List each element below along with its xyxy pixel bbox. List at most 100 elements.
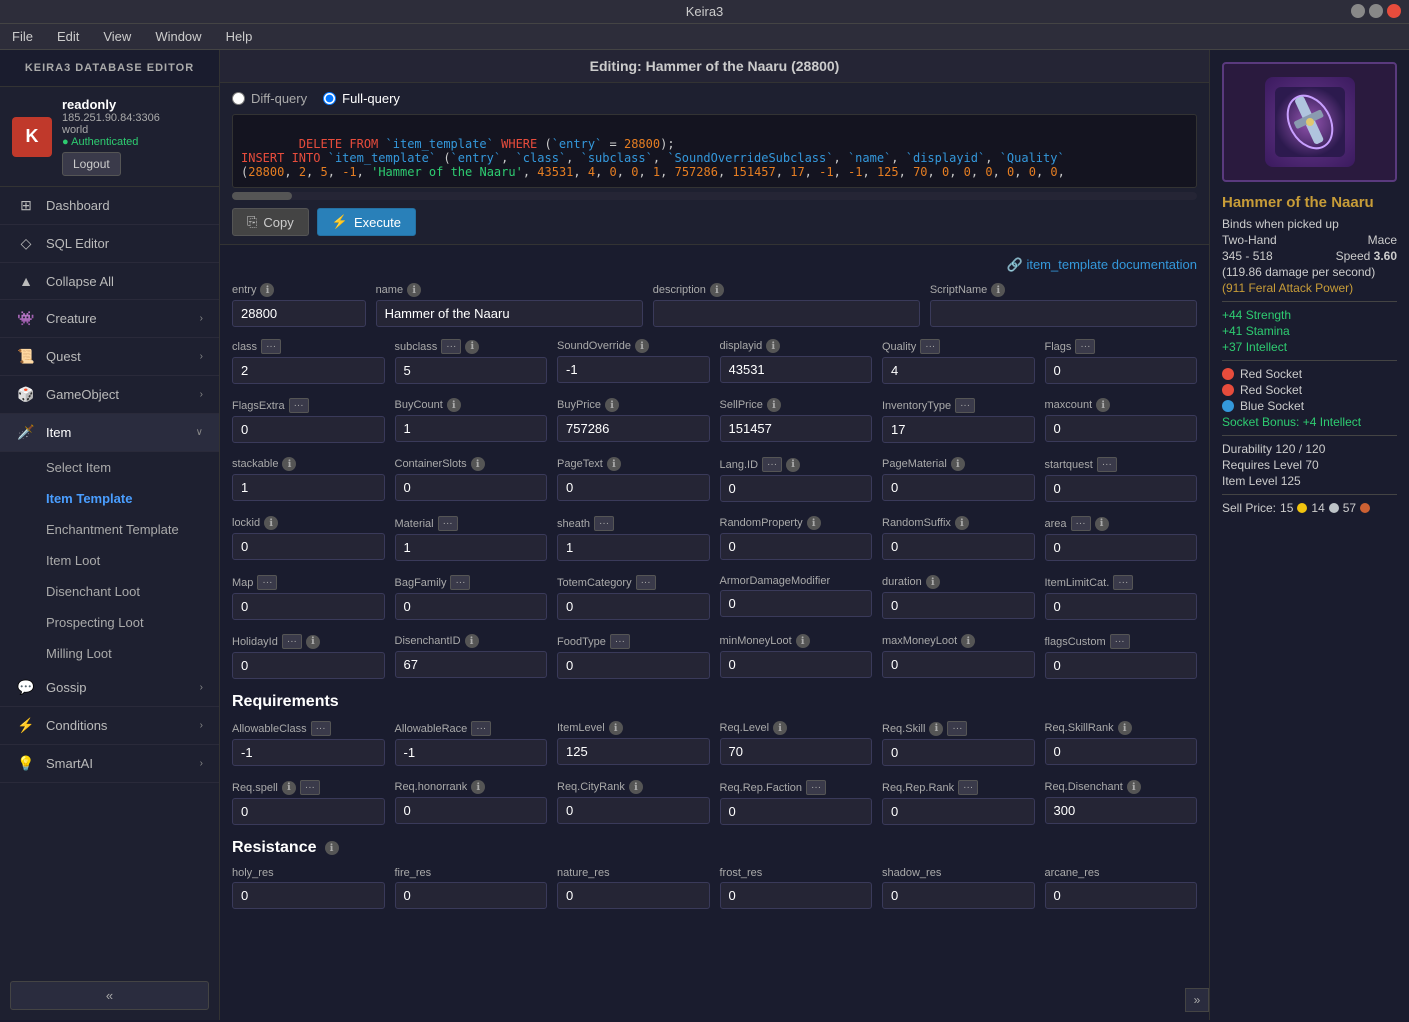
sidebar-item-disenchant-loot[interactable]: Disenchant Loot [0, 576, 219, 607]
sidebar-item-item-template[interactable]: Item Template [0, 483, 219, 514]
allowableclass-input[interactable] [232, 739, 385, 766]
reqdisenchant-input[interactable] [1045, 797, 1198, 824]
randomproperty-input[interactable] [720, 533, 873, 560]
bagfamily-input[interactable] [395, 593, 548, 620]
reqreprank-dots-button[interactable]: ··· [958, 780, 978, 795]
class-input[interactable] [232, 357, 385, 384]
holidayid-input[interactable] [232, 652, 385, 679]
menu-file[interactable]: File [8, 27, 37, 46]
sidebar-item-prospecting-loot[interactable]: Prospecting Loot [0, 607, 219, 638]
containerslots-input[interactable] [395, 474, 548, 501]
maxcount-input[interactable] [1045, 415, 1198, 442]
subclass-dots-button[interactable]: ··· [441, 339, 461, 354]
inventorytype-dots-button[interactable]: ··· [955, 398, 975, 413]
shadow-res-input[interactable] [882, 882, 1035, 909]
allowableclass-dots-button[interactable]: ··· [311, 721, 331, 736]
startquest-dots-button[interactable]: ··· [1097, 457, 1117, 472]
displayid-input[interactable] [720, 356, 873, 383]
langid-dots-button[interactable]: ··· [762, 457, 782, 472]
allowablerace-dots-button[interactable]: ··· [471, 721, 491, 736]
itemlevel-input[interactable] [557, 738, 710, 765]
full-query-radio[interactable] [323, 92, 336, 105]
tab-full-query[interactable]: Full-query [323, 91, 400, 106]
duration-input[interactable] [882, 592, 1035, 619]
quality-input[interactable] [882, 357, 1035, 384]
stackable-input[interactable] [232, 474, 385, 501]
fire-res-input[interactable] [395, 882, 548, 909]
copy-button[interactable]: ⎘ Copy [232, 208, 309, 236]
holy-res-input[interactable] [232, 882, 385, 909]
sidebar-item-collapse-all[interactable]: ▲ Collapse All [0, 263, 219, 300]
subclass-input[interactable] [395, 357, 548, 384]
collapse-sidebar-button[interactable]: « [10, 981, 209, 1010]
foodtype-dots-button[interactable]: ··· [610, 634, 630, 649]
sidebar-item-milling-loot[interactable]: Milling Loot [0, 638, 219, 669]
area-dots-button[interactable]: ··· [1071, 516, 1091, 531]
nature-res-input[interactable] [557, 882, 710, 909]
randomsuffix-input[interactable] [882, 533, 1035, 560]
foodtype-input[interactable] [557, 652, 710, 679]
reqrepfaction-dots-button[interactable]: ··· [806, 780, 826, 795]
entry-input[interactable] [232, 300, 366, 327]
minmoneyloot-input[interactable] [720, 651, 873, 678]
pagematerial-input[interactable] [882, 474, 1035, 501]
allowablerace-input[interactable] [395, 739, 548, 766]
sellprice-input[interactable] [720, 415, 873, 442]
sidebar-item-dashboard[interactable]: ⊞ Dashboard [0, 187, 219, 225]
tab-diff-query[interactable]: Diff-query [232, 91, 307, 106]
sidebar-item-conditions[interactable]: ⚡ Conditions › [0, 707, 219, 745]
totemcategory-dots-button[interactable]: ··· [636, 575, 656, 590]
scriptname-input[interactable] [930, 300, 1197, 327]
reqrepfaction-input[interactable] [720, 798, 873, 825]
lockid-input[interactable] [232, 533, 385, 560]
reqskillrank-input[interactable] [1045, 738, 1198, 765]
pagetext-input[interactable] [557, 474, 710, 501]
sidebar-item-select-item[interactable]: Select Item [0, 452, 219, 483]
close-button[interactable] [1387, 4, 1401, 18]
sidebar-item-item[interactable]: 🗡️ Item ∨ [0, 414, 219, 452]
arcane-res-input[interactable] [1045, 882, 1198, 909]
query-scrollbar[interactable] [232, 192, 1197, 200]
map-input[interactable] [232, 593, 385, 620]
sidebar-item-item-loot[interactable]: Item Loot [0, 545, 219, 576]
reqreprank-input[interactable] [882, 798, 1035, 825]
reqskill-input[interactable] [882, 739, 1035, 766]
reqskill-dots-button[interactable]: ··· [947, 721, 967, 736]
menu-edit[interactable]: Edit [53, 27, 83, 46]
sidebar-item-creature[interactable]: 👾 Creature › [0, 300, 219, 338]
reqspell-dots-button[interactable]: ··· [300, 780, 320, 795]
reqhonorrank-input[interactable] [395, 797, 548, 824]
startquest-input[interactable] [1045, 475, 1198, 502]
langid-input[interactable] [720, 475, 873, 502]
menu-view[interactable]: View [99, 27, 135, 46]
frost-res-input[interactable] [720, 882, 873, 909]
name-input[interactable] [376, 300, 643, 327]
map-dots-button[interactable]: ··· [257, 575, 277, 590]
inventorytype-input[interactable] [882, 416, 1035, 443]
logout-button[interactable]: Logout [62, 152, 121, 176]
reqcityrank-input[interactable] [557, 797, 710, 824]
flags-dots-button[interactable]: ··· [1075, 339, 1095, 354]
itemlimitcat-input[interactable] [1045, 593, 1198, 620]
flagscustom-input[interactable] [1045, 652, 1198, 679]
bagfamily-dots-button[interactable]: ··· [450, 575, 470, 590]
minimize-button[interactable] [1351, 4, 1365, 18]
material-dots-button[interactable]: ··· [438, 516, 458, 531]
quality-dots-button[interactable]: ··· [920, 339, 940, 354]
area-input[interactable] [1045, 534, 1198, 561]
reqspell-input[interactable] [232, 798, 385, 825]
doc-link[interactable]: 🔗 item_template documentation [1007, 257, 1197, 272]
totemcategory-input[interactable] [557, 593, 710, 620]
menu-window[interactable]: Window [151, 27, 205, 46]
sheath-input[interactable] [557, 534, 710, 561]
sidebar-item-enchantment-template[interactable]: Enchantment Template [0, 514, 219, 545]
armordamagemodifier-input[interactable] [720, 590, 873, 617]
flagsextra-input[interactable] [232, 416, 385, 443]
holidayid-dots-button[interactable]: ··· [282, 634, 302, 649]
reqlevel-input[interactable] [720, 738, 873, 765]
itemlimitcat-dots-button[interactable]: ··· [1113, 575, 1133, 590]
disenchantid-input[interactable] [395, 651, 548, 678]
maxmoneyloot-input[interactable] [882, 651, 1035, 678]
description-input[interactable] [653, 300, 920, 327]
maximize-button[interactable] [1369, 4, 1383, 18]
